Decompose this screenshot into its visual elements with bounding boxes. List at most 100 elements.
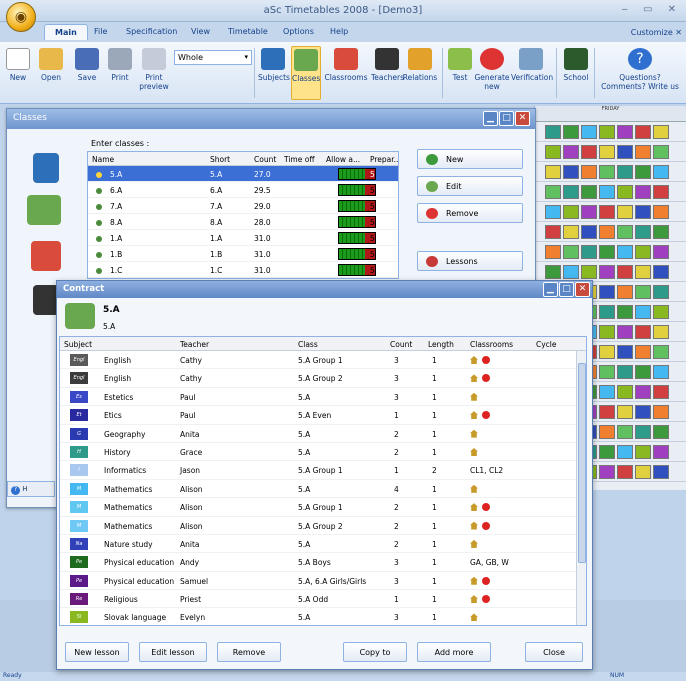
open-button[interactable]: Open	[34, 48, 68, 82]
col-prepare[interactable]: Prepar...	[370, 155, 398, 164]
grid-lesson-card[interactable]	[617, 165, 633, 179]
lesson-row[interactable]: G Geography Anita 5.A 2 1	[60, 425, 586, 443]
grid-lesson-card[interactable]	[635, 425, 651, 439]
class-row[interactable]: 1.A 1.A 31.0 5	[88, 230, 398, 246]
classes-table[interactable]: Name Short Count Time off Allow a... Pre…	[87, 151, 399, 279]
grid-row[interactable]	[535, 122, 686, 142]
grid-lesson-card[interactable]	[617, 205, 633, 219]
grid-lesson-card[interactable]	[653, 265, 669, 279]
grid-lesson-card[interactable]	[545, 245, 561, 259]
grid-lesson-card[interactable]	[599, 285, 615, 299]
grid-lesson-card[interactable]	[563, 225, 579, 239]
grid-lesson-card[interactable]	[599, 385, 615, 399]
grid-lesson-card[interactable]	[599, 325, 615, 339]
tab-view[interactable]: View	[191, 27, 210, 36]
grid-lesson-card[interactable]	[653, 365, 669, 379]
new-button[interactable]: New	[6, 48, 30, 82]
tab-specification[interactable]: Specification	[126, 27, 177, 36]
grid-lesson-card[interactable]	[599, 205, 615, 219]
grid-lesson-card[interactable]	[617, 345, 633, 359]
grid-lesson-card[interactable]	[563, 245, 579, 259]
grid-lesson-card[interactable]	[635, 285, 651, 299]
grid-lesson-card[interactable]	[545, 145, 561, 159]
grid-lesson-card[interactable]	[653, 405, 669, 419]
col-subject[interactable]: Subject	[64, 340, 92, 349]
minimize-button[interactable]: ▁	[543, 282, 558, 297]
grid-lesson-card[interactable]	[599, 345, 615, 359]
col-short[interactable]: Short	[210, 155, 230, 164]
tab-help[interactable]: Help	[330, 27, 348, 36]
close-button[interactable]: ✕	[515, 111, 530, 126]
grid-lesson-card[interactable]	[599, 305, 615, 319]
grid-lesson-card[interactable]	[563, 265, 579, 279]
lesson-row[interactable]: Na Nature study Anita 5.A 2 1	[60, 535, 586, 554]
col-teacher[interactable]: Teacher	[180, 340, 209, 349]
save-button[interactable]: Save	[74, 48, 100, 82]
grid-lesson-card[interactable]	[617, 125, 633, 139]
grid-lesson-card[interactable]	[563, 185, 579, 199]
grid-lesson-card[interactable]	[617, 365, 633, 379]
grid-lesson-card[interactable]	[653, 385, 669, 399]
col-time-off[interactable]: Time off	[284, 155, 315, 164]
lesson-row[interactable]: Es Estetics Paul 5.A 3 1	[60, 388, 586, 407]
grid-lesson-card[interactable]	[617, 225, 633, 239]
grid-lesson-card[interactable]	[599, 365, 615, 379]
lessons-scrollbar[interactable]	[576, 351, 586, 625]
lessons-table[interactable]: Subject Teacher Class Count Length Class…	[59, 336, 587, 626]
grid-lesson-card[interactable]	[635, 345, 651, 359]
grid-lesson-card[interactable]	[617, 325, 633, 339]
print-button[interactable]: Print	[106, 48, 134, 82]
grid-lesson-card[interactable]	[617, 445, 633, 459]
grid-lesson-card[interactable]	[635, 165, 651, 179]
tab-file[interactable]: File	[94, 27, 107, 36]
grid-lesson-card[interactable]	[545, 185, 561, 199]
lesson-row[interactable]: M Mathematics Alison 5.A 4 1	[60, 480, 586, 499]
questions-button[interactable]: ? Questions? Comments? Write us	[598, 48, 682, 91]
tab-options[interactable]: Options	[283, 27, 314, 36]
lesson-row[interactable]: Sl Slovak language Evelyn 5.A 3 1	[60, 608, 586, 625]
grid-lesson-card[interactable]	[599, 165, 615, 179]
grid-lesson-card[interactable]	[635, 405, 651, 419]
generate-new-button[interactable]: Generate new	[474, 48, 510, 91]
grid-lesson-card[interactable]	[599, 405, 615, 419]
grid-lesson-card[interactable]	[635, 265, 651, 279]
lesson-row[interactable]: Engl English Cathy 5.A Group 2 3 1	[60, 369, 586, 388]
grid-lesson-card[interactable]	[635, 365, 651, 379]
col-class[interactable]: Class	[298, 340, 318, 349]
grid-lesson-card[interactable]	[617, 405, 633, 419]
close-button[interactable]: ✕	[575, 282, 590, 297]
copy-to-button[interactable]: Copy to	[343, 642, 407, 662]
grid-lesson-card[interactable]	[617, 185, 633, 199]
grid-lesson-card[interactable]	[545, 165, 561, 179]
grid-lesson-card[interactable]	[617, 425, 633, 439]
classes-button[interactable]: Classes	[291, 46, 321, 100]
grid-lesson-card[interactable]	[599, 185, 615, 199]
grid-row[interactable]	[535, 242, 686, 262]
grid-lesson-card[interactable]	[581, 125, 597, 139]
grid-lesson-card[interactable]	[653, 225, 669, 239]
grid-lesson-card[interactable]	[617, 145, 633, 159]
grid-lesson-card[interactable]	[617, 285, 633, 299]
grid-lesson-card[interactable]	[635, 125, 651, 139]
grid-lesson-card[interactable]	[581, 145, 597, 159]
grid-lesson-card[interactable]	[635, 325, 651, 339]
lesson-row[interactable]: Pe Physical education Samuel 5.A, 6.A Girls…	[60, 572, 586, 591]
grid-lesson-card[interactable]	[599, 245, 615, 259]
new-lesson-button[interactable]: New lesson	[65, 642, 129, 662]
col-count[interactable]: Count	[254, 155, 276, 164]
grid-lesson-card[interactable]	[617, 265, 633, 279]
grid-lesson-card[interactable]	[635, 225, 651, 239]
subjects-button[interactable]: Subjects	[258, 48, 290, 82]
class-row[interactable]: 1.B 1.B 31.0 5	[88, 246, 398, 262]
grid-lesson-card[interactable]	[563, 205, 579, 219]
grid-row[interactable]	[535, 262, 686, 282]
maximize-button[interactable]: □	[559, 282, 574, 297]
grid-lesson-card[interactable]	[581, 265, 597, 279]
verification-button[interactable]: Verification	[511, 48, 553, 82]
grid-lesson-card[interactable]	[581, 185, 597, 199]
col-classrooms[interactable]: Classrooms	[470, 340, 513, 349]
class-row[interactable]: 8.A 8.A 28.0 5	[88, 214, 398, 230]
grid-lesson-card[interactable]	[563, 145, 579, 159]
grid-lesson-card[interactable]	[545, 205, 561, 219]
grid-lesson-card[interactable]	[635, 205, 651, 219]
